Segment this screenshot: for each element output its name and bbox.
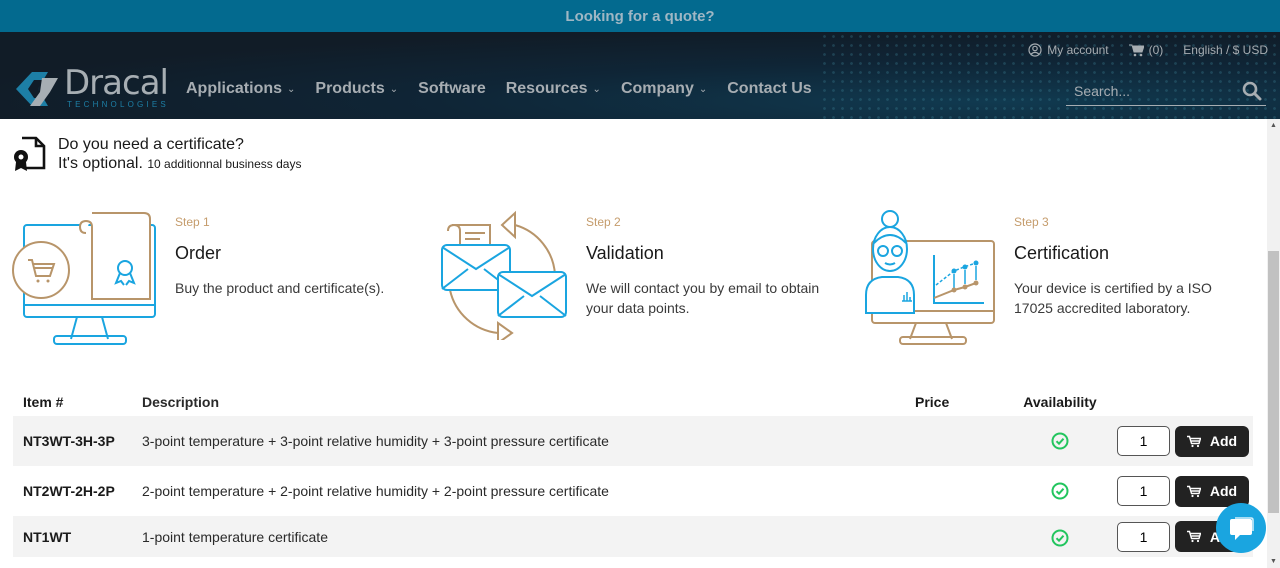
step-description: Buy the product and certificate(s). [175,280,385,296]
nav-products[interactable]: Products ⌄ [315,80,398,98]
chevron-down-icon: ⌄ [698,83,708,95]
search-box [1066,76,1266,106]
item-number: NT3WT-3H-3P [23,433,115,449]
quote-link[interactable]: Looking for a quote? [565,8,714,25]
cart-icon [1186,435,1201,447]
item-number: NT1WT [23,528,72,545]
logo-wordmark: Dracal [64,63,169,103]
item-description: 2-point temperature + 2-point relative h… [142,483,609,499]
user-circle-icon [1028,43,1042,57]
step-label: Step 1 [175,215,210,229]
my-account-label: My account [1047,43,1109,57]
step-validation: Step 2 Validation We will contact you by… [440,205,836,345]
step-description: We will contact you by email to obtain y… [586,280,820,316]
chevron-down-icon: ⌄ [389,83,399,95]
language-label: English / $ USD [1183,43,1268,57]
step-title: Certification [1014,243,1110,263]
availability-cell [1019,527,1101,547]
search-input[interactable] [1066,82,1226,99]
certificate-optional: It's optional. [58,155,143,172]
nav-label: Resources [505,80,588,97]
search-icon[interactable] [1242,81,1262,106]
email-exchange-illustration-icon [440,205,586,345]
scroll-up-arrow-icon[interactable]: ▲ [1270,122,1277,129]
chevron-down-icon: ⌄ [287,83,296,95]
nav-software[interactable]: Software [418,80,486,98]
nav-resources[interactable]: Resources ⌄ [506,80,601,98]
add-to-cart-button[interactable]: Add [1175,425,1249,457]
add-label: Add [1209,483,1238,499]
page-scrollbar[interactable]: ▲ ▼ [1267,119,1280,568]
certificate-document-icon [12,136,48,177]
certificate-header: Do you need a certificate? It's optional… [12,136,301,177]
quantity-input[interactable] [1117,521,1170,552]
table-header: Item # Description Price Availability [13,388,1253,416]
nav-label: Contact Us [727,80,812,97]
step-label: Step 2 [586,215,621,229]
nav-label: Company [620,80,694,97]
header-price: Price [915,394,950,410]
order-illustration-icon [12,205,175,350]
step-title: Validation [586,243,664,263]
chat-bubble-icon [1230,517,1254,540]
cart-icon [1128,44,1144,56]
table-row: NT2WT-2H-2P 2-point temperature + 2-poin… [13,466,1253,516]
my-account-link[interactable]: My account [1028,43,1109,57]
availability-cell [1019,482,1101,500]
availability-cell [1019,432,1101,450]
check-circle-icon [1051,482,1069,500]
cart-icon [1186,530,1201,543]
item-number: NT2WT-2H-2P [23,483,115,499]
certificates-table: Item # Description Price Availability NT… [13,388,1253,557]
header-description: Description [142,394,220,410]
language-currency-selector[interactable]: English / $ USD [1183,43,1268,57]
check-circle-icon [1051,432,1069,450]
step-label: Step 3 [1014,215,1049,229]
quantity-input[interactable] [1117,426,1170,456]
table-row: NT1WT 1-point temperature certificate Ad… [13,516,1253,557]
scrollbar-thumb[interactable] [1268,251,1279,513]
step-description: Your device is certified by a ISO 17025 … [1014,280,1212,316]
dracal-logo[interactable]: Dracal TECHNOLOGIES [12,63,169,110]
chevron-down-icon: ⌄ [592,83,601,95]
scroll-down-arrow-icon[interactable]: ▼ [1270,558,1277,565]
item-description: 1-point temperature certificate [142,528,328,545]
nav-label: Applications [186,80,283,97]
nav-label: Products [315,80,385,97]
certificate-extra-days: 10 additionnal business days [147,157,302,171]
header-availability: Availability [1023,394,1097,410]
nav-label: Software [418,80,486,97]
step-order: Step 1 Order Buy the product and certifi… [12,205,425,350]
logo-subtitle: TECHNOLOGIES [67,100,169,109]
chat-widget-button[interactable] [1216,503,1266,553]
nav-contact-us[interactable]: Contact Us [727,80,811,98]
add-to-cart-button[interactable]: Add [1175,475,1249,507]
cart-link[interactable]: (0) [1128,43,1164,57]
lab-technician-illustration-icon [864,205,1014,350]
quote-banner[interactable]: Looking for a quote? [0,0,1280,32]
certificate-question: Do you need a certificate? [58,136,244,153]
main-nav: Applications ⌄ Products ⌄ Software Resourc… [186,80,832,98]
nav-company[interactable]: Company ⌄ [621,80,707,98]
cart-icon [1186,485,1201,497]
quantity-input[interactable] [1117,476,1170,506]
step-title: Order [175,243,222,263]
logo-mark-icon [12,68,62,110]
nav-applications[interactable]: Applications ⌄ [186,80,295,98]
check-circle-icon [1051,529,1069,546]
step-certification: Step 3 Certification Your device is cert… [864,205,1224,350]
header-item: Item # [23,394,64,410]
top-links: My account (0) English / $ USD [1008,43,1268,57]
add-label: Add [1209,433,1238,449]
table-row: NT3WT-3H-3P 3-point temperature + 3-poin… [13,416,1253,466]
site-header: Dracal TECHNOLOGIES Applications ⌄ Produc… [0,32,1280,119]
item-description: 3-point temperature + 3-point relative h… [142,433,609,449]
cart-count: (0) [1148,43,1164,57]
